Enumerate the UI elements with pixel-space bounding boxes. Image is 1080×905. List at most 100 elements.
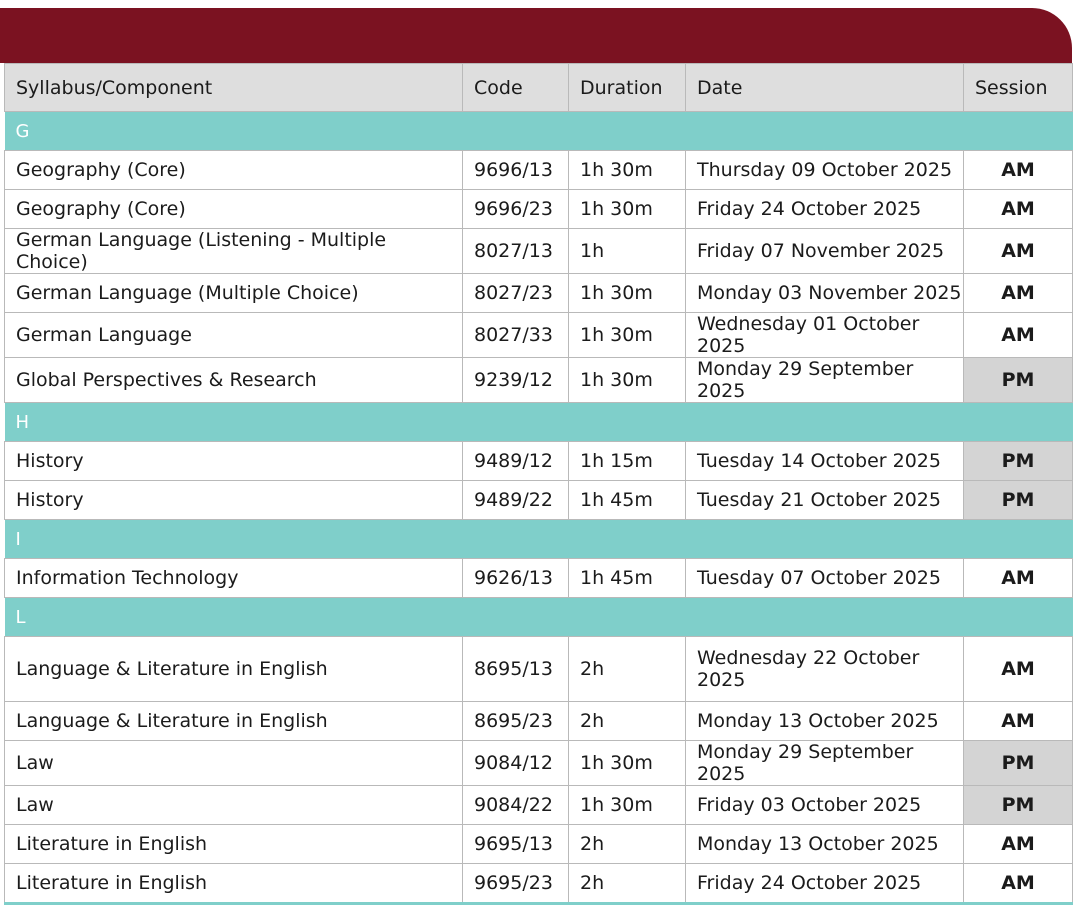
code-cell: 9489/12 bbox=[462, 441, 569, 481]
date-cell: Friday 24 October 2025 bbox=[685, 189, 964, 229]
timetable-table: Syllabus/Component Code Duration Date Se… bbox=[4, 63, 1073, 905]
code-cell: 9696/13 bbox=[462, 150, 569, 190]
timetable: Syllabus/Component Code Duration Date Se… bbox=[4, 63, 1073, 905]
duration-cell: 1h 30m bbox=[568, 273, 686, 313]
date-cell: Tuesday 07 October 2025 bbox=[685, 558, 964, 598]
syllabus-cell: Law bbox=[4, 785, 463, 825]
date-cell: Monday 13 October 2025 bbox=[685, 701, 964, 741]
date-cell: Monday 13 October 2025 bbox=[685, 824, 964, 864]
letter-row: I bbox=[4, 519, 1073, 559]
duration-cell: 1h 30m bbox=[568, 785, 686, 825]
code-cell: 9695/23 bbox=[462, 863, 569, 905]
date-cell: Monday 03 November 2025 bbox=[685, 273, 964, 313]
session-cell: PM bbox=[963, 357, 1073, 403]
session-cell: PM bbox=[963, 785, 1073, 825]
code-cell: 9084/22 bbox=[462, 785, 569, 825]
session-cell: AM bbox=[963, 312, 1073, 358]
table-row: Global Perspectives & Research 9239/12 1h … bbox=[4, 357, 1073, 403]
table-row: Geography (Core) 9696/13 1h 30m Thursday 09… bbox=[4, 150, 1073, 190]
syllabus-cell: German Language (Listening - Multiple Ch… bbox=[4, 228, 463, 274]
syllabus-cell: Geography (Core) bbox=[4, 189, 463, 229]
syllabus-cell: Geography (Core) bbox=[4, 150, 463, 190]
header-duration: Duration bbox=[568, 63, 686, 112]
code-cell: 9696/23 bbox=[462, 189, 569, 229]
table-row: German Language (Multiple Choice) 8027/23… bbox=[4, 273, 1073, 313]
duration-cell: 1h 15m bbox=[568, 441, 686, 481]
letter-row: L bbox=[4, 597, 1073, 637]
table-row: Language & Literature in English 8695/23 2… bbox=[4, 701, 1073, 741]
syllabus-cell: Law bbox=[4, 740, 463, 786]
code-cell: 8027/23 bbox=[462, 273, 569, 313]
session-cell: AM bbox=[963, 863, 1073, 905]
code-cell: 9489/22 bbox=[462, 480, 569, 520]
session-cell: PM bbox=[963, 441, 1073, 481]
date-cell: Wednesday 22 October 2025 bbox=[685, 636, 964, 702]
syllabus-cell: Information Technology bbox=[4, 558, 463, 598]
table-row: German Language (Listening - Multiple Ch… bbox=[4, 228, 1073, 274]
letter-row: G bbox=[4, 111, 1073, 151]
syllabus-cell: Literature in English bbox=[4, 824, 463, 864]
table-row: Literature in English 9695/23 2h Friday 24 … bbox=[4, 863, 1073, 905]
table-row: Language & Literature in English 8695/13 2… bbox=[4, 636, 1073, 702]
session-cell: PM bbox=[963, 480, 1073, 520]
code-cell: 8695/13 bbox=[462, 636, 569, 702]
date-cell: Friday 07 November 2025 bbox=[685, 228, 964, 274]
letter-heading: G bbox=[4, 111, 1073, 151]
header-date: Date bbox=[685, 63, 964, 112]
session-cell: AM bbox=[963, 636, 1073, 702]
letter-heading: I bbox=[4, 519, 1073, 559]
syllabus-cell: Global Perspectives & Research bbox=[4, 357, 463, 403]
session-cell: AM bbox=[963, 189, 1073, 229]
date-cell: Wednesday 01 October 2025 bbox=[685, 312, 964, 358]
date-cell: Tuesday 21 October 2025 bbox=[685, 480, 964, 520]
date-cell: Friday 24 October 2025 bbox=[685, 863, 964, 905]
table-row: Law 9084/22 1h 30m Friday 03 October 2025 PM bbox=[4, 785, 1073, 825]
date-cell: Monday 29 September 2025 bbox=[685, 357, 964, 403]
duration-cell: 1h 45m bbox=[568, 480, 686, 520]
syllabus-cell: German Language (Multiple Choice) bbox=[4, 273, 463, 313]
table-row: German Language 8027/33 1h 30m Wednesday 01… bbox=[4, 312, 1073, 358]
code-cell: 9239/12 bbox=[462, 357, 569, 403]
syllabus-cell: Language & Literature in English bbox=[4, 636, 463, 702]
code-cell: 8027/13 bbox=[462, 228, 569, 274]
header-code: Code bbox=[462, 63, 569, 112]
session-cell: AM bbox=[963, 273, 1073, 313]
table-row: Law 9084/12 1h 30m Monday 29 September 2025… bbox=[4, 740, 1073, 786]
date-cell: Friday 03 October 2025 bbox=[685, 785, 964, 825]
letter-heading: L bbox=[4, 597, 1073, 637]
syllabus-cell: History bbox=[4, 480, 463, 520]
letter-heading: H bbox=[4, 402, 1073, 442]
session-cell: PM bbox=[963, 740, 1073, 786]
duration-cell: 1h 30m bbox=[568, 189, 686, 229]
table-row: History 9489/12 1h 15m Tuesday 14 October 2… bbox=[4, 441, 1073, 481]
code-cell: 8695/23 bbox=[462, 701, 569, 741]
date-cell: Monday 29 September 2025 bbox=[685, 740, 964, 786]
syllabus-cell: Language & Literature in English bbox=[4, 701, 463, 741]
duration-cell: 2h bbox=[568, 636, 686, 702]
syllabus-cell: Literature in English bbox=[4, 863, 463, 905]
date-cell: Tuesday 14 October 2025 bbox=[685, 441, 964, 481]
session-cell: AM bbox=[963, 701, 1073, 741]
code-cell: 8027/33 bbox=[462, 312, 569, 358]
date-cell: Thursday 09 October 2025 bbox=[685, 150, 964, 190]
code-cell: 9084/12 bbox=[462, 740, 569, 786]
table-row: Information Technology 9626/13 1h 45m Tuesd… bbox=[4, 558, 1073, 598]
session-cell: AM bbox=[963, 228, 1073, 274]
duration-cell: 1h 45m bbox=[568, 558, 686, 598]
duration-cell: 1h 30m bbox=[568, 150, 686, 190]
syllabus-cell: History bbox=[4, 441, 463, 481]
duration-cell: 1h 30m bbox=[568, 357, 686, 403]
code-cell: 9695/13 bbox=[462, 824, 569, 864]
duration-cell: 2h bbox=[568, 701, 686, 741]
duration-cell: 1h 30m bbox=[568, 740, 686, 786]
header-session: Session bbox=[963, 63, 1073, 112]
code-cell: 9626/13 bbox=[462, 558, 569, 598]
duration-cell: 1h 30m bbox=[568, 312, 686, 358]
session-cell: AM bbox=[963, 150, 1073, 190]
table-row: Geography (Core) 9696/23 1h 30m Friday 24 O… bbox=[4, 189, 1073, 229]
session-cell: AM bbox=[963, 558, 1073, 598]
duration-cell: 2h bbox=[568, 824, 686, 864]
duration-cell: 1h bbox=[568, 228, 686, 274]
header-row: Syllabus/Component Code Duration Date Se… bbox=[4, 63, 1073, 112]
header-syllabus: Syllabus/Component bbox=[4, 63, 463, 112]
